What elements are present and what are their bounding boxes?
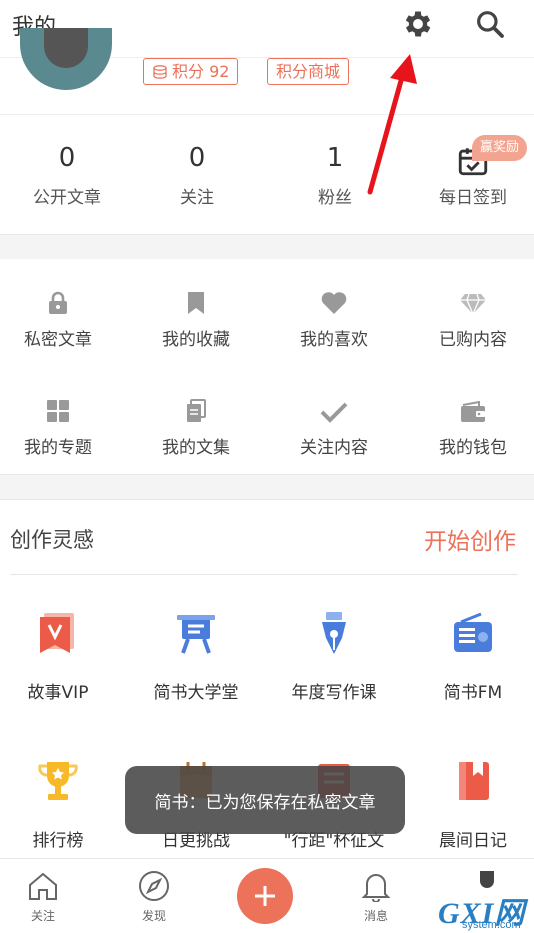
vip-book-icon xyxy=(40,613,74,653)
wallet-icon xyxy=(461,401,485,422)
diary-icon xyxy=(459,762,489,800)
diamond-icon xyxy=(460,293,486,315)
stat-following[interactable]: 0 关注 xyxy=(130,143,264,208)
user-icon xyxy=(480,871,494,888)
points-mall-label: 积分商城 xyxy=(276,62,341,81)
lock-icon xyxy=(49,291,67,314)
reward-badge: 赢奖励 xyxy=(472,135,528,161)
inspiration-item-academy[interactable]: 简书大学堂 xyxy=(129,608,263,728)
radio-icon xyxy=(454,612,492,652)
bookmark-icon xyxy=(188,292,204,314)
stat-label: 关注 xyxy=(180,188,214,208)
grid-item-my-collections-books[interactable]: 我的文集 xyxy=(129,367,263,467)
section-divider xyxy=(0,474,534,500)
inspiration-item-writing-course[interactable]: 年度写作课 xyxy=(267,608,401,728)
trophy-icon xyxy=(38,762,78,800)
toast-message: 简书：已为您保存在私密文章 xyxy=(125,766,405,834)
documents-icon xyxy=(187,399,206,422)
tab-discover[interactable]: 发现 xyxy=(114,869,194,924)
easel-icon xyxy=(177,615,215,654)
grid-item-my-collections[interactable]: 我的收藏 xyxy=(129,259,263,359)
stat-label: 每日签到 xyxy=(439,188,507,208)
stat-label: 粉丝 xyxy=(318,188,352,208)
watermark-domain: system.com xyxy=(462,919,521,931)
create-post-button[interactable] xyxy=(237,868,293,924)
stats-row: 0 公开文章 0 关注 1 粉丝 每日签到 赢奖励 xyxy=(0,114,534,234)
start-writing-button[interactable]: 开始创作 xyxy=(424,522,516,556)
stat-value: 0 xyxy=(58,143,76,173)
heart-icon xyxy=(321,292,347,314)
search-icon xyxy=(477,11,504,38)
points-mall-button[interactable]: 积分商城 xyxy=(267,58,350,85)
stat-public-articles[interactable]: 0 公开文章 xyxy=(0,143,134,208)
feature-grid: 私密文章 我的收藏 我的喜欢 已购内容 我的专题 我的文集 关注内容 我的钱包 xyxy=(0,259,534,473)
grid-item-private-articles[interactable]: 私密文章 xyxy=(0,259,125,359)
check-icon xyxy=(320,402,348,423)
section-title: 创作灵感 xyxy=(10,528,94,552)
stat-label: 公开文章 xyxy=(33,188,101,208)
stat-followers[interactable]: 1 粉丝 xyxy=(268,143,402,208)
inspiration-item-story-vip[interactable]: 故事VIP xyxy=(0,608,125,728)
grid-icon xyxy=(47,400,69,422)
stat-value: 0 xyxy=(188,143,206,173)
settings-button[interactable] xyxy=(398,4,438,44)
grid-item-my-likes[interactable]: 我的喜欢 xyxy=(267,259,401,359)
bell-icon xyxy=(361,874,391,902)
tab-following[interactable]: 关注 xyxy=(3,869,83,924)
inspiration-item-fm[interactable]: 简书FM xyxy=(406,608,534,728)
home-icon xyxy=(29,872,57,900)
site-watermark: GXI网 system.com xyxy=(438,888,534,933)
profile-section: 积分 92 积分商城 xyxy=(0,28,534,114)
plus-icon xyxy=(255,886,275,906)
stat-value: 1 xyxy=(326,143,344,173)
search-button[interactable] xyxy=(470,4,510,44)
section-divider xyxy=(0,234,534,260)
avatar[interactable] xyxy=(20,28,112,90)
pen-nib-icon xyxy=(322,612,346,654)
grid-item-my-topics[interactable]: 我的专题 xyxy=(0,367,125,467)
tab-messages[interactable]: 消息 xyxy=(336,869,416,924)
coins-icon xyxy=(153,64,167,79)
gear-icon xyxy=(405,11,431,37)
grid-item-purchased[interactable]: 已购内容 xyxy=(406,259,534,359)
points-chip[interactable]: 积分 92 xyxy=(143,58,239,85)
grid-item-my-wallet[interactable]: 我的钱包 xyxy=(406,367,534,467)
points-label: 积分 92 xyxy=(172,62,230,81)
grid-item-followed-content[interactable]: 关注内容 xyxy=(267,367,401,467)
compass-icon xyxy=(139,871,169,901)
